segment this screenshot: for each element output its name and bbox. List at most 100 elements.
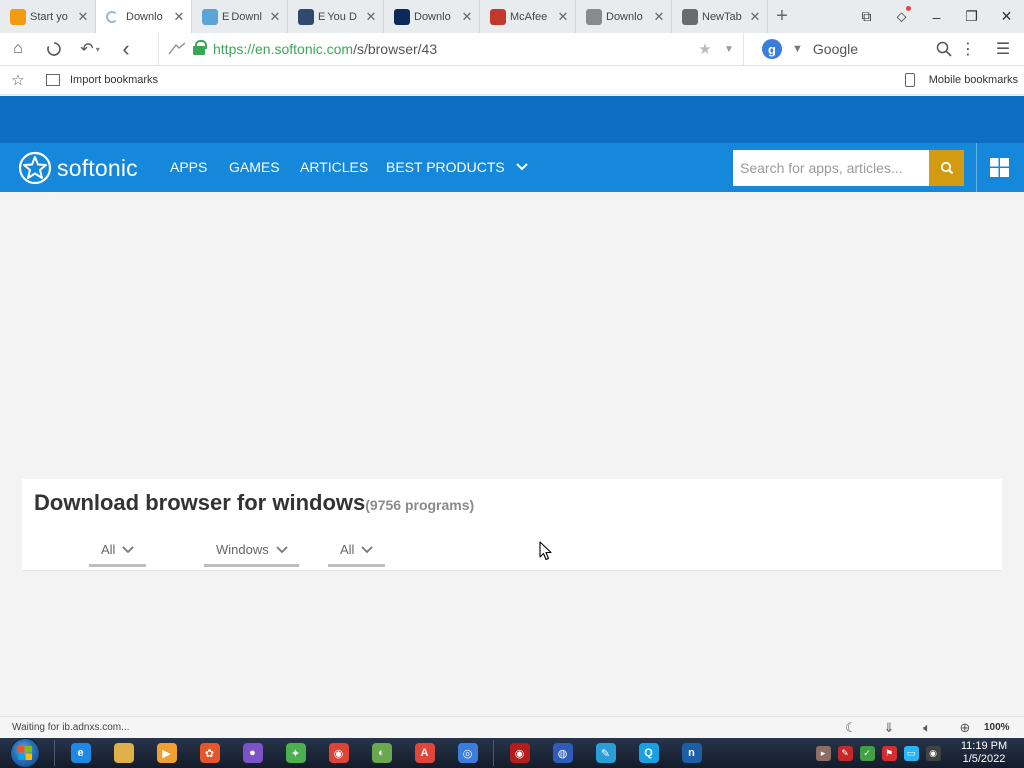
hamburger-menu-icon: ☰ <box>995 41 1011 58</box>
loading-spinner-icon <box>106 10 118 23</box>
browser-tab[interactable]: Downlo ✕ <box>576 0 672 33</box>
tab-strip: Start yo ✕ Downlo ✕ E Downl ✕ E You D ✕ Downlo ✕ McA… <box>0 0 1024 33</box>
download-icon[interactable]: ⇓ <box>870 720 908 736</box>
close-tab-icon[interactable]: ✕ <box>557 9 569 25</box>
close-tab-icon[interactable]: ✕ <box>749 9 761 25</box>
more-options-button[interactable]: ⋮ <box>958 39 978 59</box>
address-bar[interactable]: https://en.softonic.com/s/browser/43 ★ ▼ <box>158 32 744 66</box>
monitor-taskbar-button[interactable]: ▭ <box>900 738 922 768</box>
close-tab-icon[interactable]: ✕ <box>653 9 665 25</box>
softonic-logo[interactable]: softonic <box>17 150 138 186</box>
tab-prefix: E <box>318 10 326 23</box>
browser-tab[interactable]: E You D ✕ <box>288 0 384 33</box>
close-tab-icon[interactable]: ✕ <box>77 9 89 25</box>
tab-title: Downlo <box>126 10 163 23</box>
import-bookmarks-link[interactable]: Import bookmarks <box>36 74 158 86</box>
shield-check-taskbar-button[interactable]: ✓ <box>856 738 878 768</box>
restore-icon[interactable]: ❐ <box>954 0 989 33</box>
tool-taskbar-button[interactable]: ✎ <box>584 738 627 768</box>
flag-taskbar-button[interactable]: ⚑ <box>878 738 900 768</box>
extensions-icon[interactable]: ⬦ <box>884 0 919 33</box>
new-tab-button[interactable]: + <box>768 0 796 33</box>
running-apps: ◉ ◍ ✎ Qn <box>498 738 713 768</box>
browser-status-bar: Waiting for ib.adnxs.com... ☾ ⇓ 🔈︎ ⊕ 100… <box>0 716 1024 738</box>
pdf-taskbar-button[interactable]: ✎ <box>834 738 856 768</box>
reader-mode-icon[interactable]: ⧉ <box>849 0 884 33</box>
browser-blue-taskbar-button[interactable]: ◎ <box>446 738 489 768</box>
zoom-icon[interactable]: ⊕ <box>946 720 984 736</box>
ad-banner-area <box>0 96 1024 143</box>
undo-close-tab-button[interactable]: ↶ ▾ <box>72 33 108 66</box>
import-bookmarks-label: Import bookmarks <box>70 74 159 86</box>
site-search-input[interactable] <box>733 150 929 186</box>
tray-app-taskbar-button[interactable]: ▸ <box>812 738 834 768</box>
bookmarks-star-icon[interactable]: ☆ <box>0 71 36 89</box>
nav-articles[interactable]: ARTICLES <box>300 143 368 192</box>
colorful-app-taskbar-button[interactable]: ● <box>231 738 274 768</box>
browser-tab[interactable]: E Downl ✕ <box>192 0 288 33</box>
internet-explorer-icon: e <box>70 743 91 763</box>
browser-tab[interactable]: McAfee ✕ <box>480 0 576 33</box>
close-tab-icon[interactable]: ✕ <box>173 9 185 25</box>
close-tab-icon[interactable]: ✕ <box>461 9 473 25</box>
back-button[interactable]: ‹ <box>108 33 144 66</box>
lock-icon <box>193 40 207 55</box>
site-search-button[interactable] <box>929 150 964 186</box>
browser-tab[interactable]: Downlo ✕ <box>96 0 192 33</box>
q-browser-taskbar-button[interactable]: Q <box>627 738 670 768</box>
app-red-taskbar-button[interactable]: ✿ <box>188 738 231 768</box>
undo-icon: ↶ <box>80 41 94 58</box>
orange-play-icon <box>10 8 26 25</box>
firefox-blue-icon: ◍ <box>552 743 573 763</box>
filter-language-dropdown[interactable]: All <box>328 535 385 567</box>
url-text[interactable]: https://en.softonic.com/s/browser/43 <box>213 41 695 57</box>
green-app-taskbar-button[interactable]: ◐ <box>360 738 403 768</box>
record-icon: ◉ <box>925 745 941 761</box>
speaker-icon[interactable]: 🔈︎ <box>908 720 946 736</box>
internet-explorer-taskbar-button[interactable]: e <box>59 738 102 768</box>
taskbar-clock[interactable]: 11:19 PM 1/5/2022 <box>950 740 1018 766</box>
site-header: softonic APPS GAMES ARTICLES BEST PRODUC… <box>0 143 1024 192</box>
search-icon[interactable] <box>936 41 952 57</box>
zoom-level[interactable]: 100% <box>984 722 1024 733</box>
file-explorer-taskbar-button[interactable] <box>102 738 145 768</box>
n-app-icon: n <box>681 743 702 763</box>
bookmark-star-icon[interactable]: ★ <box>695 40 715 58</box>
windows-platform-icon[interactable] <box>990 158 1009 177</box>
n-app-taskbar-button[interactable]: n <box>670 738 713 768</box>
start-button[interactable] <box>0 738 50 768</box>
close-tab-icon[interactable]: ✕ <box>269 9 281 25</box>
night-mode-icon[interactable]: ☾ <box>832 720 870 736</box>
close-window-icon[interactable]: ✕ <box>989 0 1024 33</box>
minimize-icon[interactable]: – <box>919 0 954 33</box>
home-button[interactable]: ⌂ <box>0 33 36 66</box>
filter-license-dropdown[interactable]: All <box>89 535 146 567</box>
chrome-icon: ◉ <box>328 743 349 763</box>
close-tab-icon[interactable]: ✕ <box>365 9 377 25</box>
brand-wordmark: softonic <box>57 154 138 181</box>
phone-icon <box>904 73 915 87</box>
tab-title: Downlo <box>414 10 451 23</box>
browser-tab[interactable]: NewTab ✕ <box>672 0 768 33</box>
stop-loading-button[interactable] <box>36 33 72 66</box>
colorful-app-2-taskbar-button[interactable]: ✦ <box>274 738 317 768</box>
chrome-taskbar-button[interactable]: ◉ <box>317 738 360 768</box>
url-dropdown-icon[interactable]: ▼ <box>715 44 743 55</box>
red-a-taskbar-button[interactable]: A <box>403 738 446 768</box>
filter-platform-dropdown[interactable]: Windows <box>204 535 299 567</box>
main-menu-button[interactable]: ☰ <box>990 39 1016 59</box>
nav-games[interactable]: GAMES <box>229 143 280 192</box>
browser-tab[interactable]: Downlo ✕ <box>384 0 480 33</box>
browser-tab[interactable]: Start yo ✕ <box>0 0 96 33</box>
search-engine-box[interactable]: g ▼ Google <box>762 33 952 66</box>
mobile-bookmarks-link[interactable]: Mobile bookmarks <box>904 73 1018 87</box>
chevron-down-icon[interactable]: ▼ <box>792 43 803 55</box>
nav-apps[interactable]: APPS <box>170 143 207 192</box>
earth-icon <box>298 8 314 25</box>
speed-dial-icon <box>168 42 186 55</box>
firefox-blue-taskbar-button[interactable]: ◍ <box>541 738 584 768</box>
nav-best-products[interactable]: BEST PRODUCTS <box>386 143 529 192</box>
media-player-taskbar-button[interactable]: ▶ <box>145 738 188 768</box>
record-taskbar-button[interactable]: ◉ <box>922 738 944 768</box>
red-circle-taskbar-button[interactable]: ◉ <box>498 738 541 768</box>
